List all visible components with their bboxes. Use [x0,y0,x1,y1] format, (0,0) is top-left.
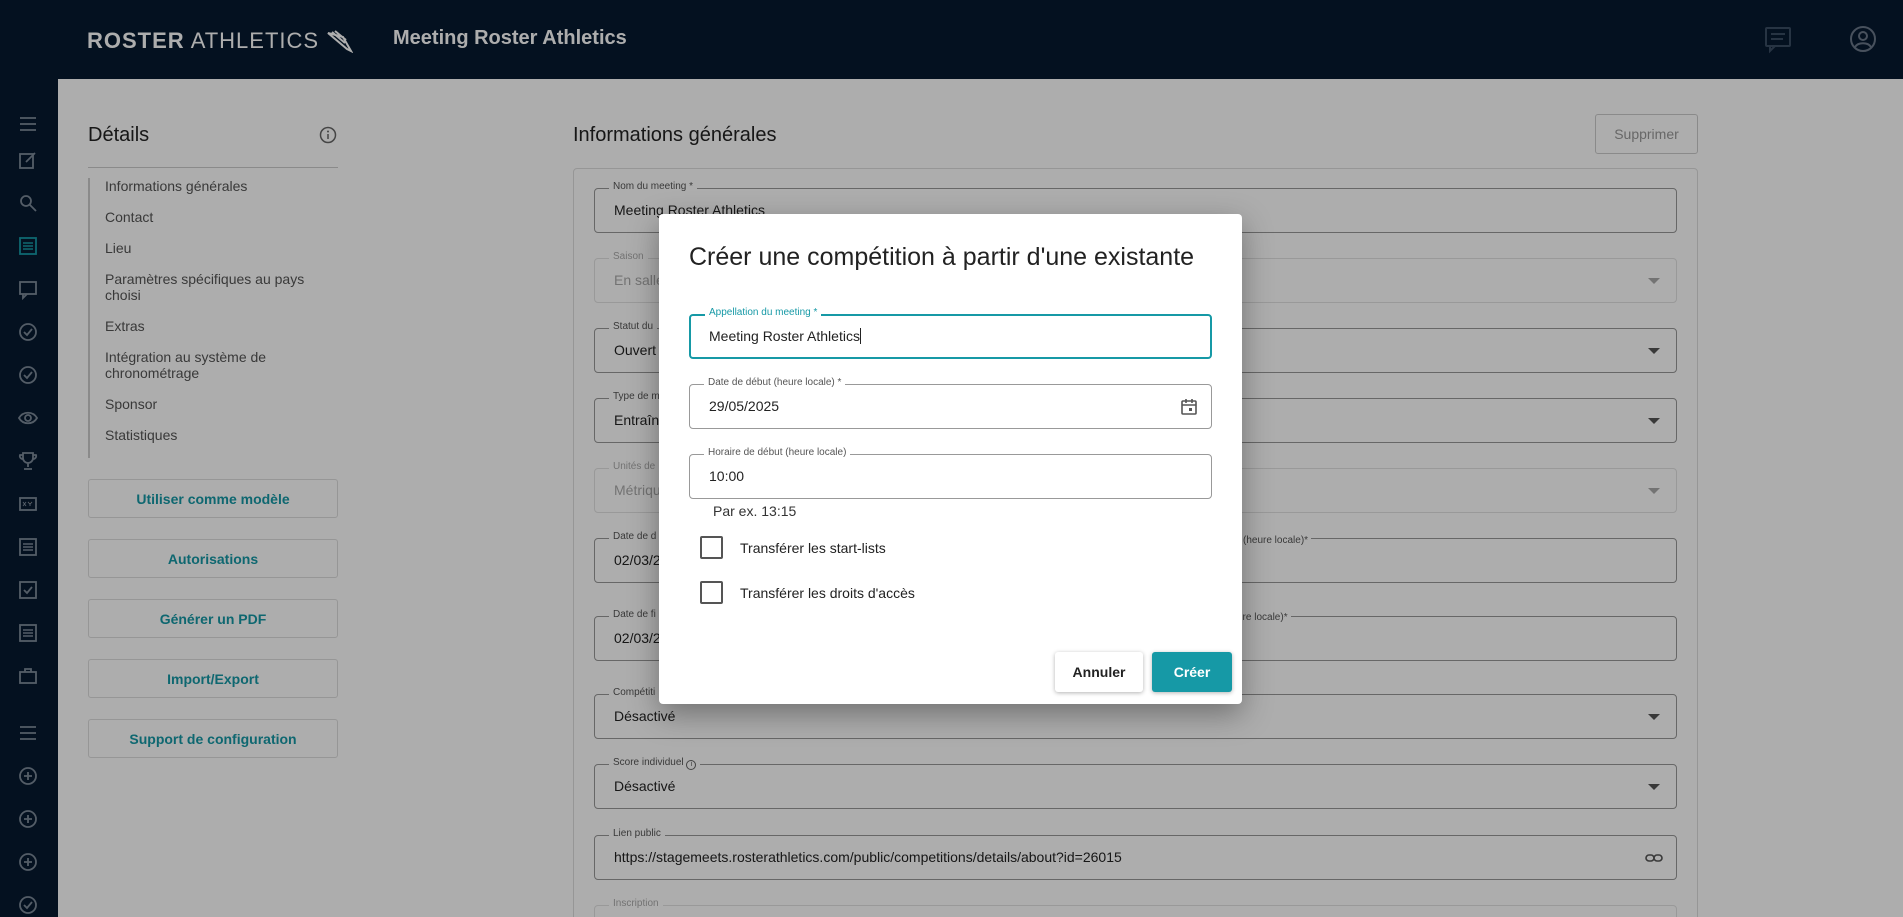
transfer-access-rights-row[interactable]: Transférer les droits d'accès [700,581,915,604]
checkbox-label[interactable]: Transférer les droits d'accès [740,585,915,601]
transfer-access-rights-checkbox[interactable] [700,581,723,604]
text-caret [859,328,861,344]
field-value-text: Meeting Roster Athletics [709,328,860,344]
field-label: Date de début (heure locale) * [704,377,846,388]
transfer-startlists-checkbox[interactable] [700,536,723,559]
dialog-title: Créer une compétition à partir d'une exi… [689,243,1195,271]
field-value: Meeting Roster Athletics [709,328,861,344]
field-label: Horaire de début (heure locale) [704,447,851,458]
create-button[interactable]: Créer [1152,652,1232,692]
start-time-input[interactable]: Horaire de début (heure locale) 10:00 [689,447,1212,499]
transfer-startlists-row[interactable]: Transférer les start-lists [700,536,886,559]
start-date-input[interactable]: Date de début (heure locale) * 29/05/202… [689,377,1212,429]
time-hint: Par ex. 13:15 [713,503,797,519]
field-label: Appellation du meeting * [705,307,822,318]
meeting-name-input[interactable]: Appellation du meeting * Meeting Roster … [689,307,1212,359]
create-from-existing-dialog: Créer une compétition à partir d'une exi… [659,214,1242,704]
field-value: 10:00 [709,468,745,484]
field-value: 29/05/2025 [709,398,780,414]
checkbox-label[interactable]: Transférer les start-lists [740,540,886,556]
calendar-icon[interactable] [1179,397,1199,417]
cancel-button[interactable]: Annuler [1055,652,1143,692]
